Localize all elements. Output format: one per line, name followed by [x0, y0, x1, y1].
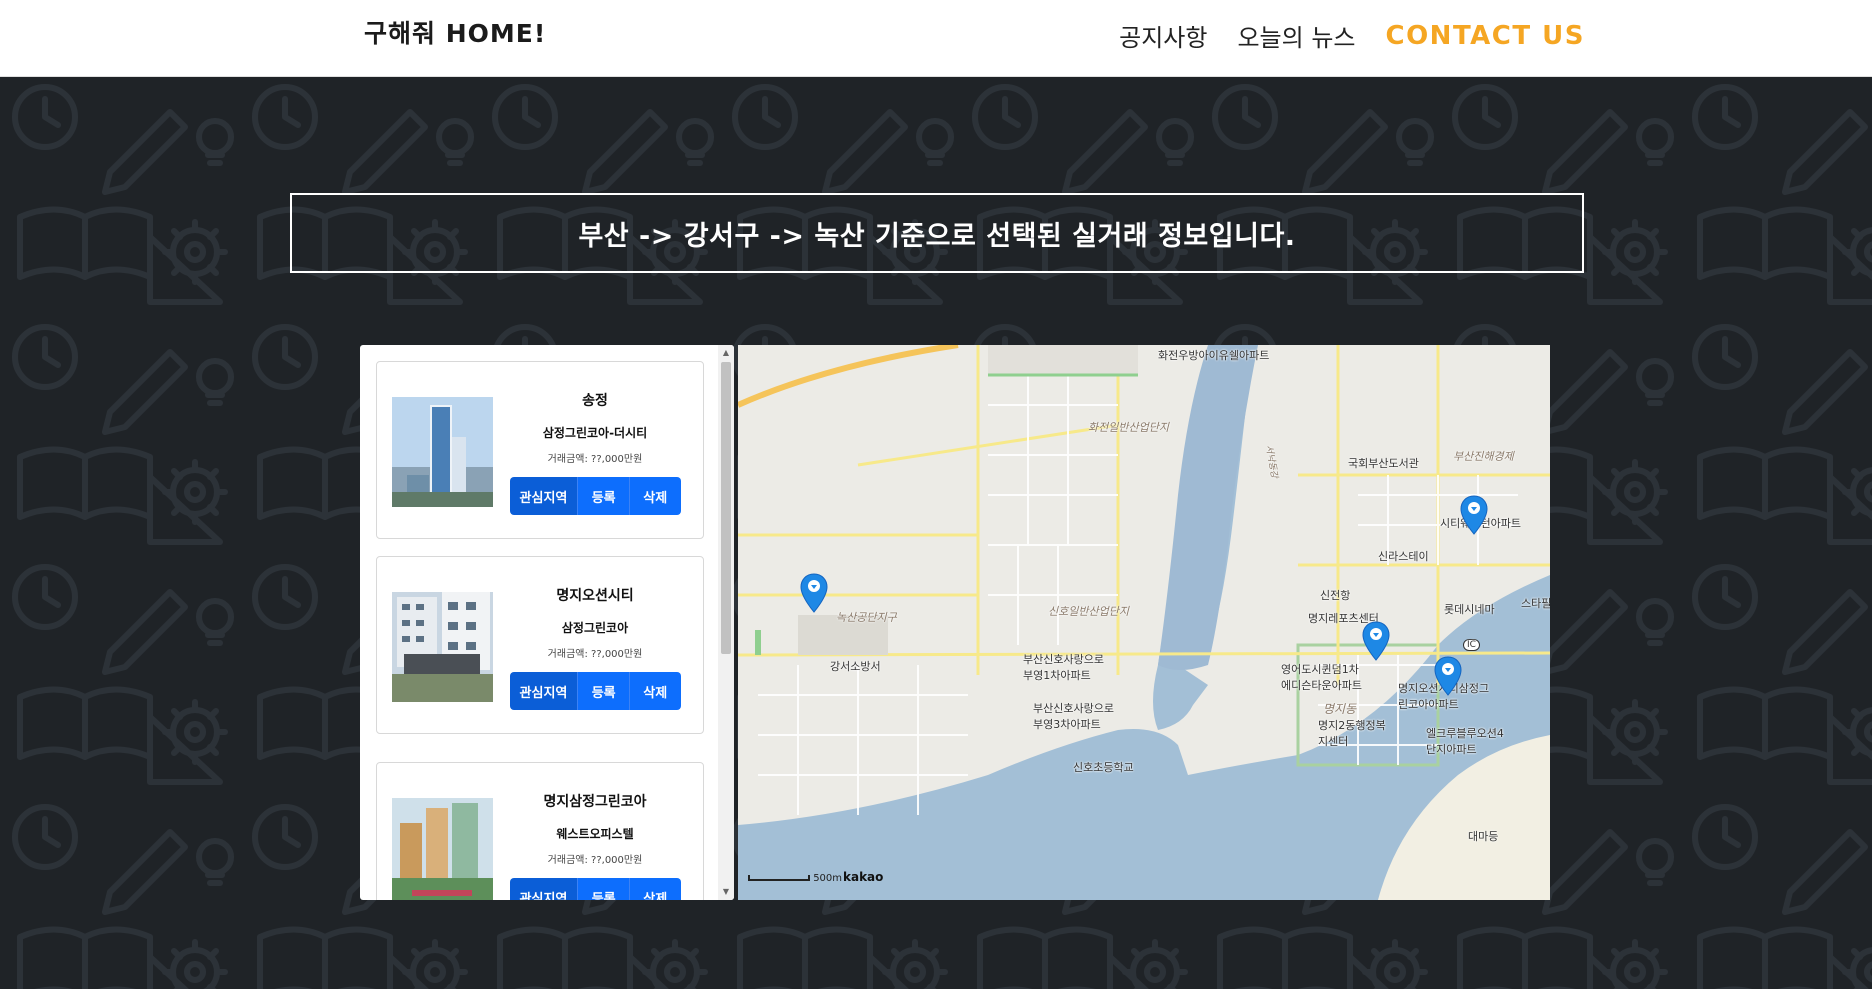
deal-dong: 명지삼정그린코아 [543, 794, 647, 810]
deal-button-group: 관심지역 등록 삭제 [509, 878, 681, 900]
map-label: 부산신호사랑으로부영3차아파트 [1033, 702, 1114, 731]
map-label: 신호일반산업단지 [1048, 605, 1129, 618]
map-label: 녹산공단지구 [836, 611, 897, 624]
map-label: 강서소방서 [830, 660, 881, 673]
deal-price: 거래금액: ??,000만원 [547, 649, 643, 660]
map-label: 신전항 [1320, 589, 1351, 602]
map-label: 국회부산도서관 [1348, 457, 1419, 470]
map-label: 명지동 [1323, 702, 1357, 716]
map-label: 명지2동행정복지센터 [1318, 719, 1386, 748]
map-label: 부산신호사랑으로부영1차아파트 [1023, 653, 1104, 682]
scale-label: 500m [813, 873, 843, 884]
nav-news-link[interactable]: 오늘의 뉴스 [1237, 18, 1355, 53]
deal-card: 송정 삼정그린코아-더시티 거래금액: ??,000만원 관심지역 등록 삭제 [376, 361, 704, 539]
scale-bar [748, 875, 810, 881]
deal-price: 거래금액: ??,000만원 [547, 855, 643, 866]
nav-links: 공지사항 오늘의 뉴스 CONTACT US [1119, 18, 1585, 53]
map-provider-logo[interactable]: kakao [843, 870, 883, 884]
delete-button[interactable]: 삭제 [628, 477, 681, 515]
deal-info: 명지오션시티 삼정그린코아 거래금액: ??,000만원 관심지역 등록 삭제 [508, 585, 682, 710]
interchange-badge: IC [1463, 639, 1480, 651]
map-label: 부산진해경제 [1453, 450, 1514, 463]
list-scrollbar[interactable]: ▲ ▼ [718, 345, 734, 900]
brand-logo[interactable]: 구해줘 HOME! [364, 14, 546, 50]
register-button[interactable]: 등록 [577, 672, 629, 710]
interest-area-button[interactable]: 관심지역 [509, 477, 578, 515]
map-label: 화전일반산업단지 [1088, 421, 1169, 434]
deal-button-group: 관심지역 등록 삭제 [509, 477, 681, 515]
delete-button[interactable]: 삭제 [628, 878, 681, 900]
kakao-map[interactable]: 화전우방아이유쉘아파트 화전일반산업단지 국회부산도서관 부산진해경제 서낙동강… [738, 345, 1550, 900]
map-label: 신호초등학교 [1073, 761, 1134, 774]
deal-dong: 명지오션시티 [556, 588, 634, 604]
apartment-photo [392, 798, 493, 900]
selection-banner: 부산 -> 강서구 -> 녹산 기준으로 선택된 실거래 정보입니다. [290, 193, 1584, 273]
deal-info: 명지삼정그린코아 웨스트오피스텔 거래금액: ??,000만원 관심지역 등록 … [508, 791, 682, 900]
map-label: 엘크루블루오션4단지아파트 [1426, 727, 1504, 756]
deal-card: 명지삼정그린코아 웨스트오피스텔 거래금액: ??,000만원 관심지역 등록 … [376, 762, 704, 900]
nav-contact-link[interactable]: CONTACT US [1386, 21, 1586, 51]
map-scale: 500m [748, 873, 842, 884]
top-navbar: 구해줘 HOME! 공지사항 오늘의 뉴스 CONTACT US [0, 0, 1872, 77]
map-label: 영어도시퀸덤1차에디슨타운아파트 [1281, 663, 1362, 692]
banner-title: 부산 -> 강서구 -> 녹산 기준으로 선택된 실거래 정보입니다. [578, 220, 1296, 252]
interest-area-button[interactable]: 관심지역 [509, 878, 578, 900]
deal-card: 명지오션시티 삼정그린코아 거래금액: ??,000만원 관심지역 등록 삭제 [376, 556, 704, 734]
interest-area-button[interactable]: 관심지역 [509, 672, 578, 710]
map-label: 화전우방아이유쉘아파트 [1158, 349, 1270, 362]
deal-info: 송정 삼정그린코아-더시티 거래금액: ??,000만원 관심지역 등록 삭제 [508, 390, 682, 515]
map-label: 스타필 [1521, 597, 1550, 610]
map-label: 신라스테이 [1378, 550, 1429, 563]
register-button[interactable]: 등록 [577, 878, 629, 900]
scroll-up-arrow-icon[interactable]: ▲ [718, 345, 734, 361]
deal-list[interactable]: 송정 삼정그린코아-더시티 거래금액: ??,000만원 관심지역 등록 삭제 [360, 345, 718, 900]
deal-apartment-name: 삼정그린코아-더시티 [542, 426, 648, 440]
register-button[interactable]: 등록 [577, 477, 629, 515]
nav-notice-link[interactable]: 공지사항 [1119, 18, 1207, 53]
deal-button-group: 관심지역 등록 삭제 [509, 672, 681, 710]
map-label: 롯데시네마 [1444, 603, 1495, 616]
location-marker-icon[interactable] [1434, 656, 1462, 696]
deal-list-panel: 송정 삼정그린코아-더시티 거래금액: ??,000만원 관심지역 등록 삭제 [360, 345, 734, 900]
scrollbar-thumb[interactable] [721, 362, 731, 654]
location-marker-icon[interactable] [1460, 495, 1488, 535]
apartment-photo [392, 397, 493, 507]
map-label: 대마등 [1468, 830, 1499, 843]
delete-button[interactable]: 삭제 [628, 672, 681, 710]
deal-apartment-name: 웨스트오피스텔 [556, 827, 634, 841]
location-marker-icon[interactable] [800, 573, 828, 613]
location-marker-icon[interactable] [1362, 621, 1390, 661]
deal-price: 거래금액: ??,000만원 [547, 454, 643, 465]
deal-dong: 송정 [582, 393, 608, 409]
scroll-down-arrow-icon[interactable]: ▼ [718, 884, 734, 900]
apartment-photo [392, 592, 493, 702]
deal-apartment-name: 삼정그린코아 [561, 621, 629, 635]
